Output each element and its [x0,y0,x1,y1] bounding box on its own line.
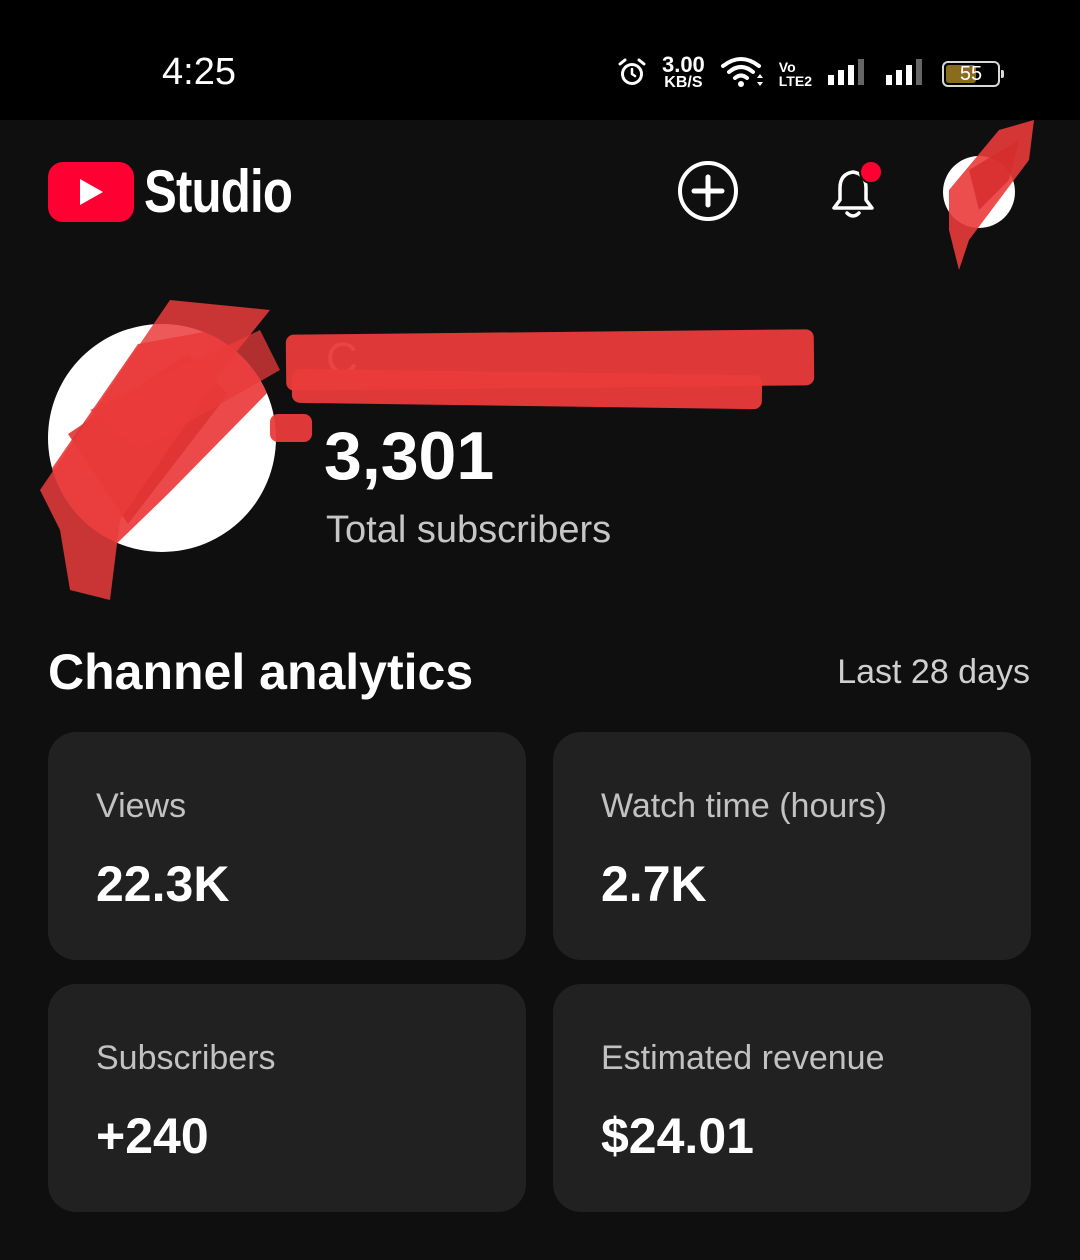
analytics-card-subscribers[interactable]: Subscribers +240 [48,984,526,1212]
studio-logo[interactable]: Studio [48,160,325,224]
app-name: Studio [144,158,293,225]
card-label: Subscribers [96,1039,276,1077]
network-speed: 3.00 KB/S [661,52,705,92]
network-speed-unit: KB/S [664,74,703,91]
analytics-card-watch-time[interactable]: Watch time (hours) 2.7K [553,732,1031,960]
card-value: 2.7K [601,856,707,912]
card-value: +240 [96,1108,209,1164]
notifications-button[interactable] [820,158,886,229]
redaction-mark-avatar [40,300,280,600]
card-value: $24.01 [601,1108,754,1164]
network-speed-value: 3.00 [661,52,705,77]
signal-icon-sim2 [884,57,928,92]
alarm-icon [616,56,648,93]
notifications-icon [820,158,886,229]
signal-icon-sim1 [826,57,870,92]
card-label: Views [96,787,187,825]
analytics-card-revenue[interactable]: Estimated revenue $24.01 [553,984,1031,1212]
card-label: Watch time (hours) [601,787,887,825]
status-icons: 3.00 KB/S Vo LTE2 55 [616,52,1004,96]
card-value: 22.3K [96,856,230,912]
section-title: Channel analytics [48,644,474,700]
status-time: 4:25 [162,51,236,93]
card-label: Estimated revenue [601,1039,885,1077]
account-button[interactable] [943,120,1035,270]
volte-top: Vo [778,59,796,75]
volte-indicator: Vo LTE2 [779,60,812,88]
youtube-logo-icon [48,162,134,222]
total-subscribers-label: Total subscribers [326,509,612,551]
analytics-card-views[interactable]: Views 22.3K [48,732,526,960]
wifi-icon [719,54,765,95]
redaction-mark-name-3 [270,414,312,442]
redaction-mark-name-2 [291,368,763,410]
total-subscribers-value: 3,301 [324,418,495,494]
battery-icon: 55 [942,61,1004,87]
create-button[interactable] [675,160,741,226]
youtube-studio-screen: 4:25 3.00 KB/S Vo LTE2 55 Studio 3,301 T… [0,0,1080,1260]
battery-level: 55 [959,62,983,85]
period-selector[interactable]: Last 28 days [837,652,1030,692]
status-bar: 4:25 3.00 KB/S Vo LTE2 55 [0,0,1080,120]
create-icon [677,160,739,227]
volte-bottom: LTE2 [778,73,812,89]
